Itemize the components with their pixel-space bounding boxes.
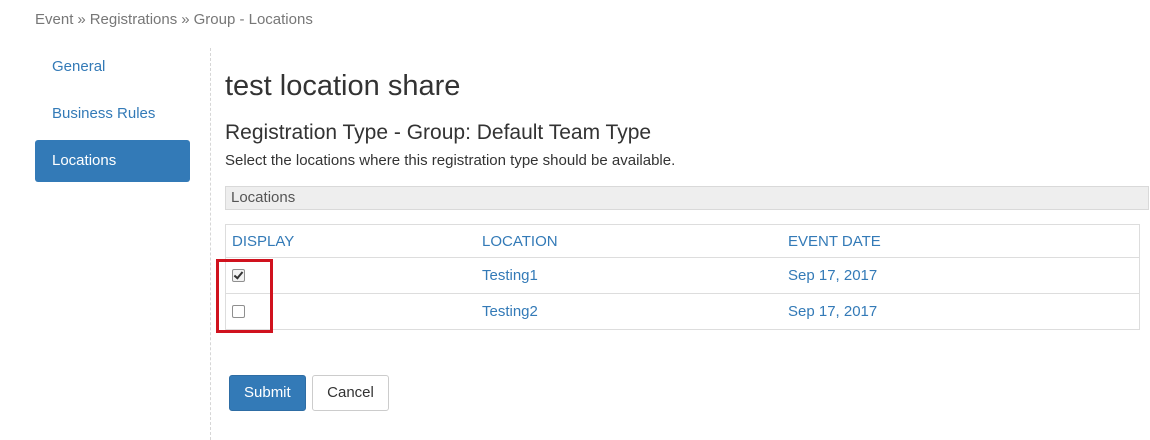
- sidebar-item-business-rules[interactable]: Business Rules: [35, 93, 190, 135]
- table-row: Testing1 Sep 17, 2017: [225, 257, 1140, 294]
- display-cell: [225, 293, 476, 330]
- breadcrumb-item-event[interactable]: Event: [35, 11, 73, 28]
- content-divider: [210, 48, 211, 440]
- breadcrumb: Event» Registrations» Group - Locations: [35, 11, 313, 28]
- column-header-location[interactable]: LOCATION: [476, 224, 782, 258]
- section-title: Registration Type - Group: Default Team …: [225, 121, 652, 144]
- locations-panel-heading: Locations: [225, 186, 1149, 210]
- location-cell[interactable]: Testing2: [476, 293, 782, 330]
- breadcrumb-item-current: Group - Locations: [193, 11, 313, 28]
- event-date-cell[interactable]: Sep 17, 2017: [782, 293, 1140, 330]
- page-title: test location share: [225, 70, 461, 102]
- form-actions: Submit Cancel: [229, 375, 389, 411]
- checkmark-icon: [233, 269, 244, 280]
- event-date-cell[interactable]: Sep 17, 2017: [782, 257, 1140, 294]
- location-cell[interactable]: Testing1: [476, 257, 782, 294]
- display-cell: [225, 257, 476, 294]
- sidebar-item-general[interactable]: General: [35, 46, 190, 88]
- description-text: Select the locations where this registra…: [225, 152, 676, 169]
- display-checkbox[interactable]: [232, 269, 245, 282]
- breadcrumb-separator: »: [181, 11, 190, 28]
- cancel-button[interactable]: Cancel: [312, 375, 389, 411]
- sidebar-item-locations[interactable]: Locations: [35, 140, 190, 182]
- table-header-row: DISPLAY LOCATION EVENT DATE: [225, 224, 1140, 258]
- breadcrumb-separator: »: [77, 11, 86, 28]
- main-content: test location share Registration Type - …: [225, 62, 1150, 330]
- column-header-display[interactable]: DISPLAY: [225, 224, 476, 258]
- submit-button[interactable]: Submit: [229, 375, 306, 411]
- table-row: Testing2 Sep 17, 2017: [225, 293, 1140, 330]
- column-header-event-date[interactable]: EVENT DATE: [782, 224, 1140, 258]
- breadcrumb-item-registrations[interactable]: Registrations: [90, 11, 178, 28]
- display-checkbox[interactable]: [232, 305, 245, 318]
- locations-table: DISPLAY LOCATION EVENT DATE Testing1 Sep…: [225, 224, 1140, 330]
- sidebar-nav: General Business Rules Locations: [35, 46, 190, 187]
